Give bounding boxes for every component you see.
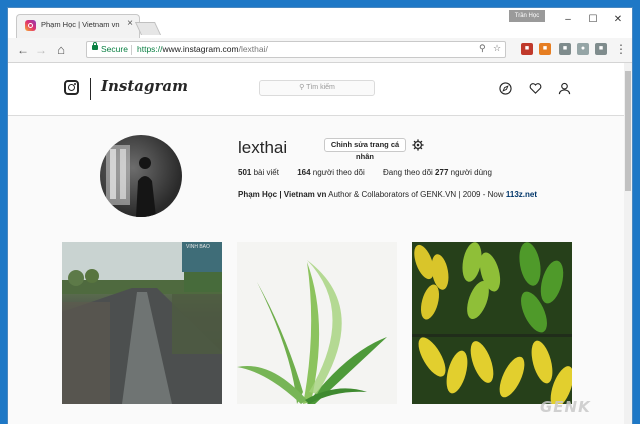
posts-label: bài viết (253, 168, 279, 177)
url-text[interactable]: https://www.instagram.com/lexthai/ (137, 44, 268, 54)
back-arrow-icon[interactable]: ← (16, 43, 30, 57)
extension-icon[interactable]: ■ (559, 43, 571, 55)
extension-icon[interactable]: ■ (539, 43, 551, 55)
post-thumbnail-leaves[interactable] (237, 242, 397, 404)
browser-tab[interactable]: Phạm Học | Vietnam vn × (16, 14, 140, 38)
close-window-button[interactable]: ✕ (607, 12, 629, 28)
followers-stat[interactable]: 164 người theo dõi (297, 168, 365, 177)
bio-text: Author & Collaborators of GENK.VN | 2009… (328, 190, 504, 199)
following-stat[interactable]: Đang theo dõi 277 người dùng (383, 168, 492, 177)
activity-heart-icon[interactable] (529, 82, 542, 95)
followers-count: 164 (297, 168, 311, 177)
settings-gear-icon[interactable] (412, 139, 424, 151)
instagram-header: Instagram ⚲ Tìm kiếm (8, 63, 624, 116)
instagram-favicon-icon (25, 20, 36, 31)
photo-sign-text: VINH BAO (186, 244, 210, 250)
header-divider (90, 78, 91, 100)
divider (131, 45, 132, 55)
search-input[interactable]: ⚲ Tìm kiếm (259, 80, 375, 96)
profile-user-icon[interactable] (558, 82, 571, 95)
home-icon[interactable]: ⌂ (54, 43, 68, 57)
following-count: 277 (435, 168, 449, 177)
secure-label: Secure (101, 44, 128, 54)
post-thumbnail-road[interactable]: VINH BAO (62, 242, 222, 404)
bookmark-star-icon[interactable]: ☆ (493, 43, 501, 54)
camera-extension-icon[interactable]: ● (577, 43, 589, 55)
profile-bio: Phạm Học | Vietnam vn Author & Collabora… (238, 190, 537, 199)
extension-icon[interactable]: ■ (521, 43, 533, 55)
instagram-logo[interactable]: Instagram (101, 77, 188, 95)
page-scrollbar[interactable] (624, 63, 632, 424)
tab-close-icon[interactable]: × (127, 18, 133, 29)
browser-toolbar: ← → ⌂ Secure https://www.instagram.com/l… (8, 38, 632, 63)
avatar[interactable] (100, 135, 182, 217)
forward-arrow-icon[interactable]: → (34, 43, 48, 57)
tab-title: Phạm Học | Vietnam vn (41, 20, 120, 29)
explore-compass-icon[interactable] (499, 82, 512, 95)
following-prefix: Đang theo dõi (382, 168, 433, 177)
profile-username: lexthai (238, 138, 288, 157)
title-bar: Phạm Học | Vietnam vn × Trần Học – ☐ ✕ (8, 8, 632, 38)
url-scheme: https:// (137, 44, 163, 54)
post-thumbnail-bananas[interactable] (412, 242, 572, 404)
leaves-photo (237, 242, 397, 404)
instagram-camera-icon[interactable] (64, 80, 79, 95)
scrollbar-thumb[interactable] (625, 71, 631, 191)
road-photo: VINH BAO (62, 242, 222, 404)
genk-watermark-logo: GENK (540, 398, 591, 416)
posts-count: 501 (238, 168, 252, 177)
url-host: www.instagram.com (162, 44, 239, 54)
lock-icon (92, 42, 98, 50)
bananas-photo (412, 242, 572, 404)
extension-icon[interactable]: ■ (595, 43, 607, 55)
zoom-search-icon[interactable]: ⚲ (479, 43, 486, 54)
menu-kebab-icon[interactable]: ⋮ (614, 42, 628, 56)
bio-link[interactable]: 113z.net (506, 190, 537, 199)
browser-window: Phạm Học | Vietnam vn × Trần Học – ☐ ✕ ←… (8, 8, 632, 424)
url-path: /lexthai/ (238, 44, 268, 54)
minimize-button[interactable]: – (557, 12, 579, 28)
avatar-photo (106, 145, 156, 217)
profile-full-name: Phạm Học | Vietnam vn (238, 190, 327, 199)
address-bar[interactable]: Secure https://www.instagram.com/lexthai… (86, 41, 506, 58)
profile-stats: 501 bài viết 164 người theo dõi Đang the… (238, 168, 508, 177)
profile-badge[interactable]: Trần Học (509, 10, 545, 22)
posts-stat: 501 bài viết (238, 168, 279, 177)
following-label: người dùng (450, 168, 492, 177)
edit-profile-button[interactable]: Chỉnh sửa trang cá nhân (324, 138, 406, 161)
followers-label: người theo dõi (312, 168, 365, 177)
maximize-button[interactable]: ☐ (582, 12, 604, 28)
search-placeholder: Tìm kiếm (306, 84, 335, 91)
